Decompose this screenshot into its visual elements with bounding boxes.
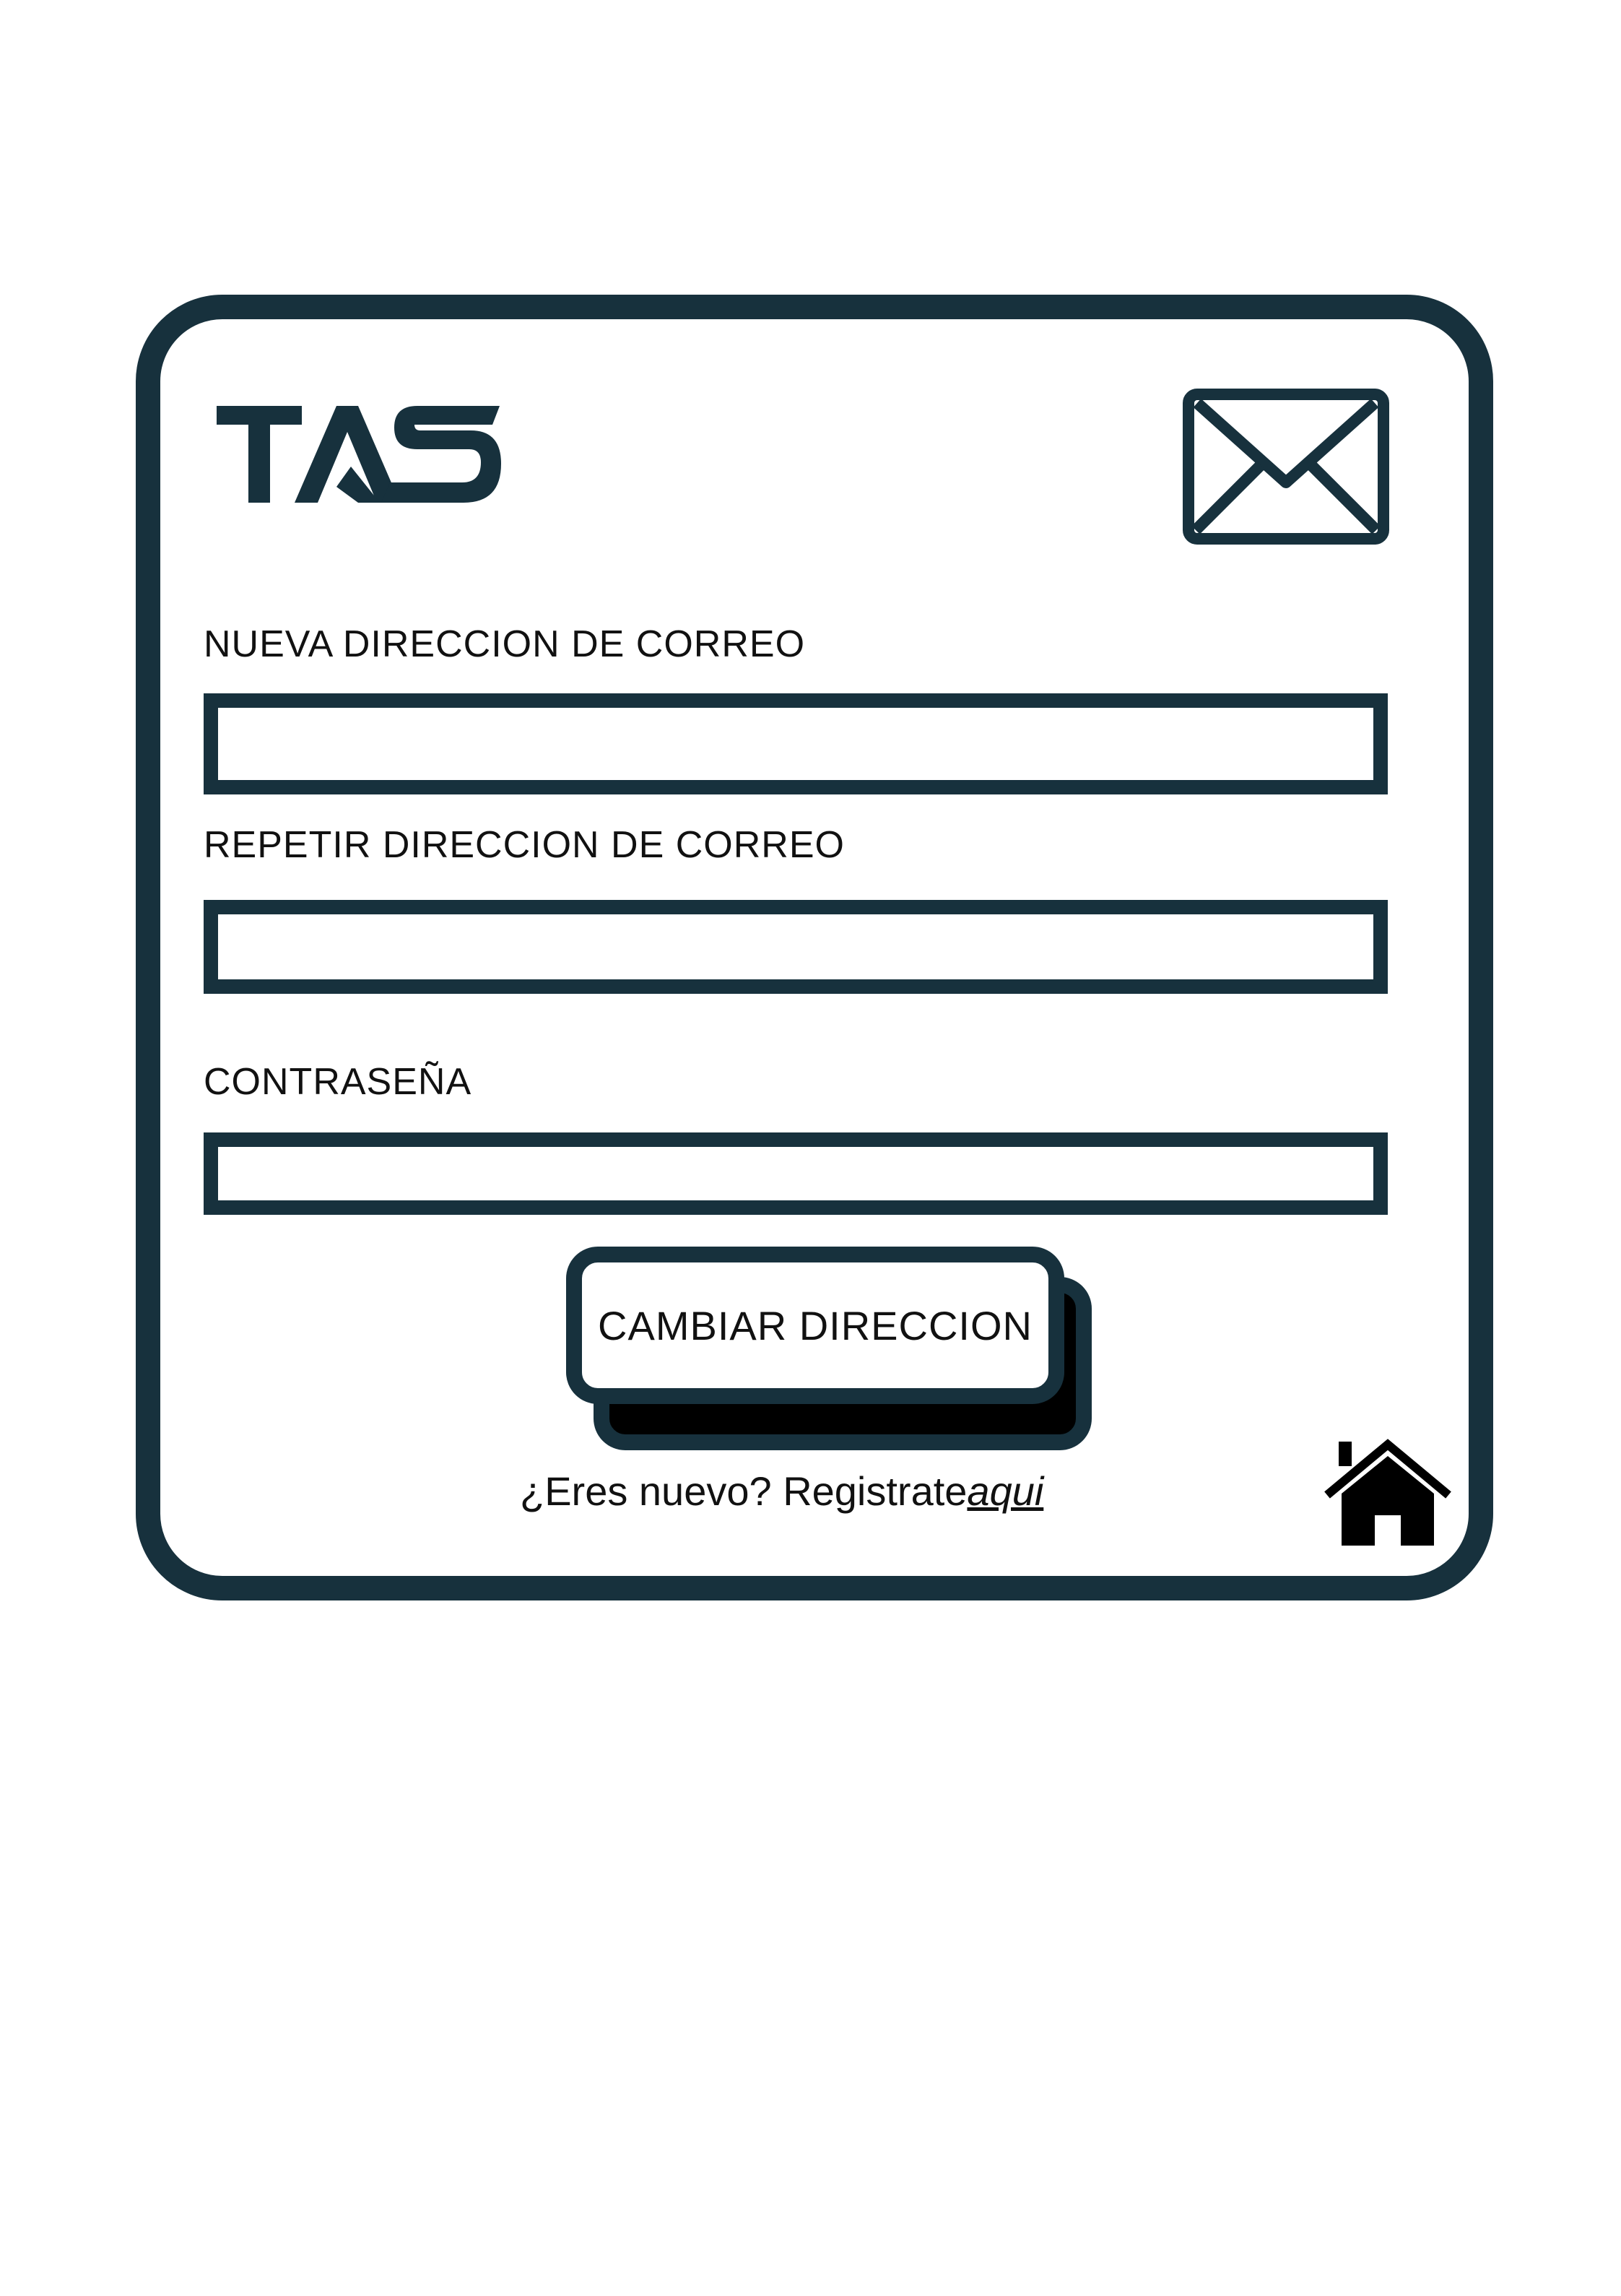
repeat-email-field[interactable]: [204, 900, 1388, 994]
password-field[interactable]: [204, 1132, 1388, 1215]
tas-logo: [209, 396, 505, 511]
new-email-label: NUEVA DIRECCION DE CORREO: [204, 623, 806, 665]
password-label: CONTRASEÑA: [204, 1061, 472, 1103]
register-prompt-text: ¿Eres nuevo? Registrate: [520, 1468, 968, 1514]
change-address-button[interactable]: CAMBIAR DIRECCION: [566, 1247, 1064, 1404]
new-email-field[interactable]: [204, 693, 1388, 794]
envelope-icon: [1181, 387, 1391, 546]
repeat-email-label: REPETIR DIRECCION DE CORREO: [204, 824, 845, 866]
register-link[interactable]: aqui: [967, 1468, 1043, 1514]
register-prompt: ¿Eres nuevo? Registrateaqui: [520, 1466, 1043, 1517]
home-icon[interactable]: [1323, 1437, 1453, 1553]
